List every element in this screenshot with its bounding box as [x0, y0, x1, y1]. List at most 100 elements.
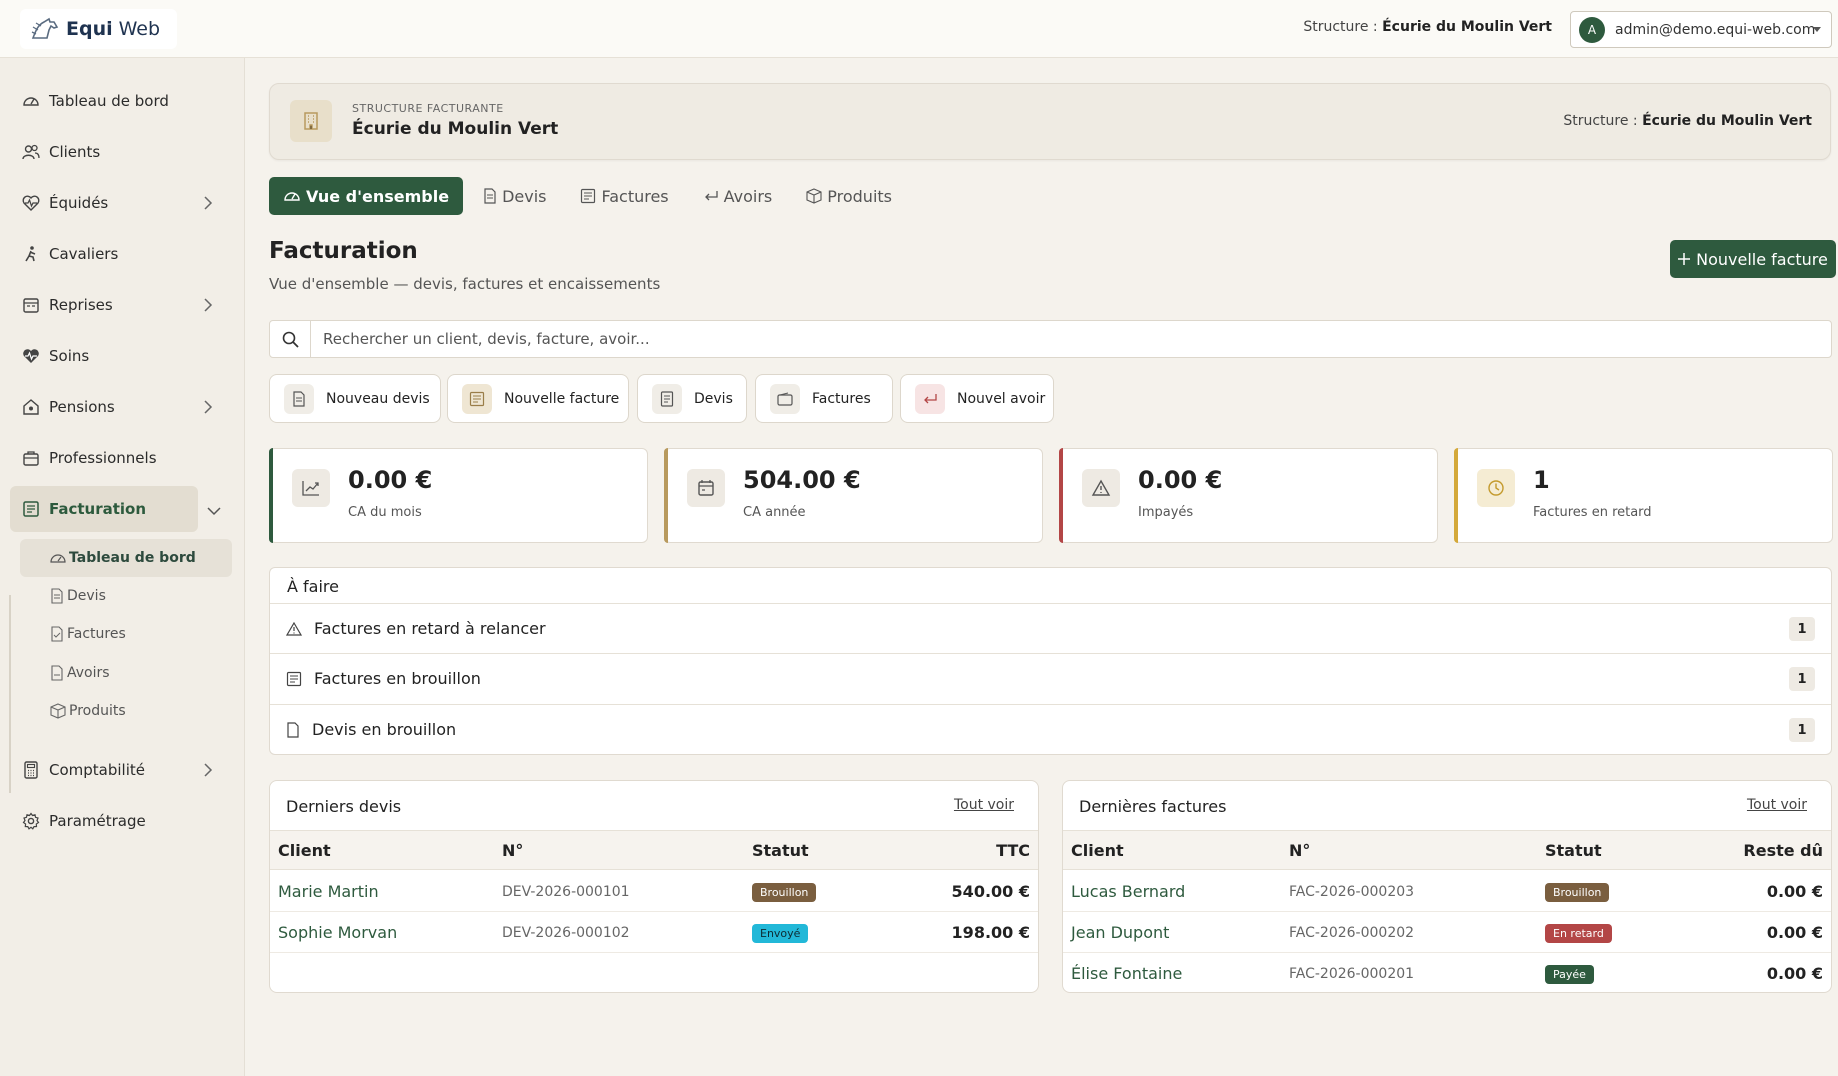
user-menu[interactable]: A admin@demo.equi-web.com [1570, 11, 1832, 48]
current-structure: Structure : Écurie du Moulin Vert [1303, 19, 1552, 35]
todo-label: Factures en retard à relancer [314, 619, 546, 638]
todo-label: Factures en brouillon [314, 669, 481, 688]
sidebar-item-cavaliers[interactable]: Cavaliers [10, 231, 235, 277]
kpi-accent-bar [1454, 448, 1458, 543]
table-row[interactable]: Élise Fontaine FAC-2026-000201 Payée 0.0… [1063, 953, 1831, 994]
client-name[interactable]: Marie Martin [278, 882, 379, 901]
subitem-factures[interactable]: Factures [20, 615, 232, 653]
sidebar-item-facturation[interactable]: Facturation [10, 486, 198, 532]
chevron-down-icon[interactable] [207, 506, 221, 516]
table-row[interactable]: Jean Dupont FAC-2026-000202 En retard 0.… [1063, 912, 1831, 953]
client-name[interactable]: Jean Dupont [1071, 923, 1169, 942]
kpi-value: 1 [1533, 466, 1550, 494]
file-check-icon [50, 626, 64, 642]
building-icon [290, 100, 332, 142]
table-row[interactable]: Sophie Morvan DEV-2026-000102 Envoyé 198… [270, 912, 1038, 953]
column-header[interactable]: TTC [996, 841, 1030, 860]
new-invoice-label: Nouvelle facture [1696, 249, 1828, 269]
subitem-label: Factures [67, 626, 126, 642]
see-all-invoices-link[interactable]: Tout voir [1747, 797, 1807, 813]
client-name[interactable]: Lucas Bernard [1071, 882, 1185, 901]
rider-icon [22, 245, 40, 263]
structure-name: Écurie du Moulin Vert [1382, 19, 1552, 35]
heart-pulse-icon [22, 194, 40, 212]
file-text-icon [50, 588, 64, 604]
gear-icon [22, 812, 40, 830]
search-input[interactable]: Rechercher un client, devis, facture, av… [323, 330, 650, 348]
receipt-icon [462, 383, 492, 414]
new-quote-button[interactable]: Nouveau devis [269, 374, 441, 423]
sidebar-item-professionnels[interactable]: Professionnels [10, 435, 235, 481]
see-all-quotes-link[interactable]: Tout voir [954, 797, 1014, 813]
user-email: admin@demo.equi-web.com [1615, 21, 1816, 38]
todo-row-late-invoices[interactable]: Factures en retard à relancer 1 [270, 603, 1831, 653]
sidebar: Tableau de bord Clients Équidés Cavalier… [0, 58, 245, 1076]
status-badge: Brouillon [752, 883, 817, 902]
amount: 0.00 € [1766, 923, 1823, 942]
status-badge: Payée [1545, 965, 1594, 984]
quick-action-label: Nouvel avoir [957, 390, 1046, 407]
tab-label: Factures [601, 186, 669, 206]
column-header[interactable]: N° [1289, 841, 1310, 860]
new-invoice-quick-button[interactable]: Nouvelle facture [447, 374, 629, 423]
sidebar-item-pensions[interactable]: Pensions [10, 384, 235, 430]
column-header[interactable]: Statut [752, 841, 809, 860]
table-row[interactable]: Marie Martin DEV-2026-000101 Brouillon 5… [270, 871, 1038, 912]
structure-label: Structure : [1303, 19, 1378, 35]
sidebar-item-clients[interactable]: Clients [10, 129, 235, 175]
invoices-list-button[interactable]: Factures [755, 374, 893, 423]
search-bar[interactable]: Rechercher un client, devis, facture, av… [269, 320, 1832, 358]
subitem-produits[interactable]: Produits [20, 692, 232, 730]
sidebar-item-parametrage[interactable]: Paramétrage [10, 798, 235, 844]
kpi-label: CA du mois [348, 505, 422, 520]
return-arrow-icon [915, 383, 945, 414]
tab-overview[interactable]: Vue d'ensemble [269, 177, 464, 215]
calculator-icon [22, 761, 40, 779]
new-credit-note-button[interactable]: Nouvel avoir [900, 374, 1054, 423]
users-icon [22, 143, 40, 161]
tab-produits[interactable]: Produits [792, 177, 906, 215]
plus-icon [1678, 253, 1691, 265]
column-header[interactable]: Statut [1545, 841, 1602, 860]
home-icon [22, 398, 40, 416]
invoice-number: FAC-2026-000203 [1289, 884, 1415, 900]
todo-row-draft-invoices[interactable]: Factures en brouillon 1 [270, 653, 1831, 703]
todo-count: 1 [1789, 718, 1815, 742]
package-icon [806, 188, 822, 204]
kpi-value: 0.00 € [1138, 466, 1223, 494]
latest-quotes-panel: Derniers devis Tout voir Client N° Statu… [269, 780, 1039, 993]
tab-avoirs[interactable]: Avoirs [689, 177, 787, 215]
tab-devis[interactable]: Devis [469, 177, 560, 215]
subitem-dashboard[interactable]: Tableau de bord [20, 539, 232, 577]
quotes-list-button[interactable]: Devis [637, 374, 747, 423]
client-name[interactable]: Sophie Morvan [278, 923, 397, 942]
column-header[interactable]: N° [502, 841, 523, 860]
sidebar-item-equides[interactable]: Équidés [10, 180, 235, 226]
page-subtitle: Vue d'ensemble — devis, factures et enca… [269, 275, 661, 293]
client-name[interactable]: Élise Fontaine [1071, 964, 1182, 983]
column-header[interactable]: Client [278, 841, 331, 860]
column-header[interactable]: Client [1071, 841, 1124, 860]
table-row[interactable]: Lucas Bernard FAC-2026-000203 Brouillon … [1063, 871, 1831, 912]
trending-up-icon [292, 469, 330, 507]
new-invoice-button[interactable]: Nouvelle facture [1670, 240, 1836, 278]
file-icon [286, 721, 300, 738]
sidebar-item-comptabilite[interactable]: Comptabilité [10, 747, 235, 793]
quick-action-label: Devis [694, 390, 733, 407]
kpi-label: Factures en retard [1533, 505, 1652, 520]
subitem-avoirs[interactable]: Avoirs [20, 654, 232, 692]
app-logo[interactable]: Equi Web [20, 9, 177, 49]
todo-row-draft-quotes[interactable]: Devis en brouillon 1 [270, 704, 1831, 754]
app-name-light: Web [118, 18, 161, 40]
sidebar-item-dashboard[interactable]: Tableau de bord [10, 78, 235, 124]
column-header[interactable]: Reste dû [1743, 841, 1823, 860]
kpi-value: 0.00 € [348, 466, 433, 494]
subitem-label: Avoirs [67, 665, 110, 681]
page-title: Facturation [269, 238, 418, 264]
tab-factures[interactable]: Factures [566, 177, 682, 215]
return-arrow-icon [703, 189, 719, 203]
sidebar-item-soins[interactable]: Soins [10, 333, 235, 379]
subitem-devis[interactable]: Devis [20, 577, 232, 615]
sidebar-item-reprises[interactable]: Reprises [10, 282, 235, 328]
chevron-right-icon [203, 400, 213, 414]
